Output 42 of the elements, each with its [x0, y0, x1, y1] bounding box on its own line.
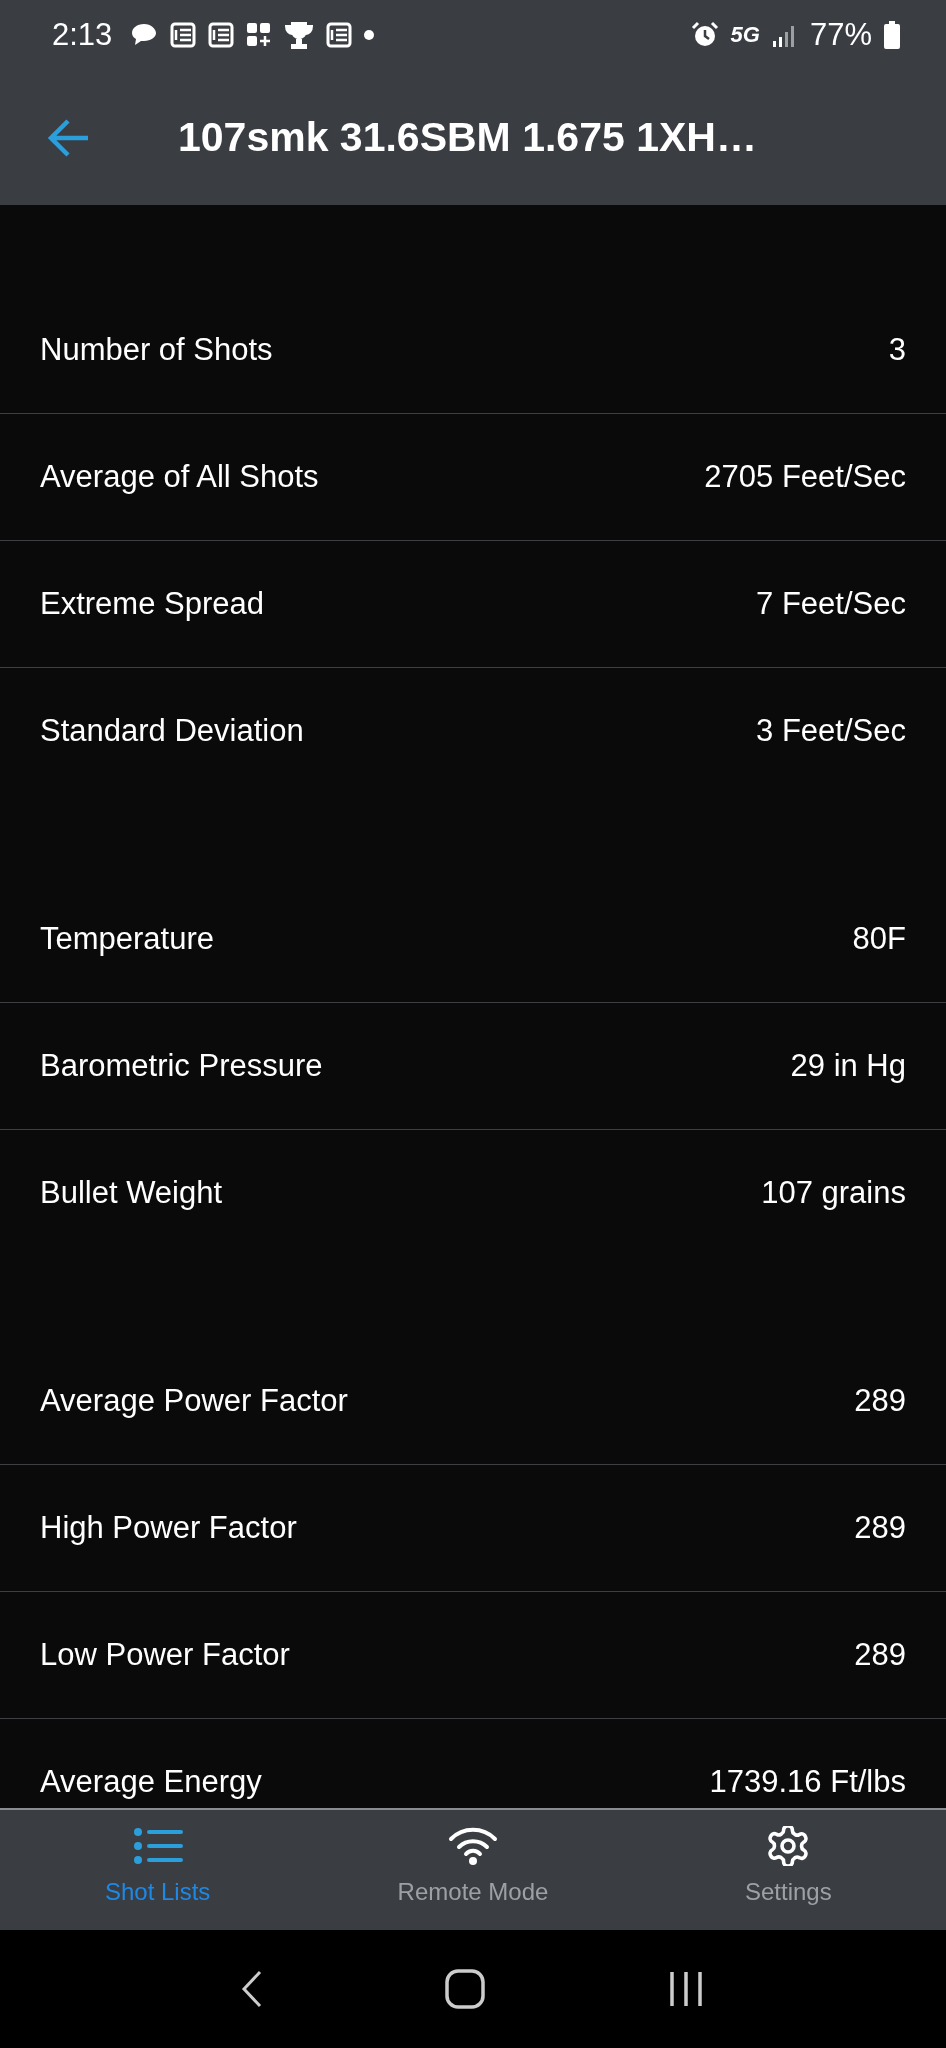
home-icon[interactable]	[445, 1969, 485, 2009]
trophy-icon	[284, 21, 315, 49]
stat-value: 289	[854, 1637, 906, 1673]
stat-label: Extreme Spread	[40, 586, 264, 622]
stat-label: Average Energy	[40, 1764, 262, 1800]
apps-icon	[246, 22, 273, 48]
stat-value: 1739.16 Ft/lbs	[709, 1764, 906, 1800]
stat-value: 3	[888, 332, 906, 368]
stat-label: Low Power Factor	[40, 1637, 290, 1673]
battery-icon	[884, 21, 900, 49]
stat-value: 7 Feet/Sec	[756, 586, 906, 622]
wifi-icon	[448, 1826, 498, 1866]
stat-label: Barometric Pressure	[40, 1048, 323, 1084]
alarm-icon	[690, 21, 719, 49]
status-time: 2:13	[52, 17, 113, 53]
page-title: 107smk 31.6SBM 1.675 1XH…	[178, 114, 757, 161]
dot-icon	[364, 30, 375, 40]
battery-percent: 77%	[809, 17, 872, 53]
stat-value: 3 Feet/Sec	[756, 713, 906, 749]
stat-value: 2705 Feet/Sec	[704, 459, 906, 495]
stat-label: Standard Deviation	[40, 713, 304, 749]
stat-label: Average of All Shots	[40, 459, 319, 495]
stat-value: 107 grains	[761, 1175, 906, 1211]
news-icon	[326, 22, 353, 48]
stat-value: 80F	[852, 921, 906, 957]
nav-tab[interactable]: Shot Lists	[0, 1810, 316, 1930]
stat-value: 289	[854, 1383, 906, 1419]
nav-tab[interactable]: Settings	[630, 1810, 946, 1930]
stat-value: 289	[854, 1510, 906, 1546]
nav-tab[interactable]: Remote Mode	[315, 1810, 631, 1930]
stat-value: 29 in Hg	[790, 1048, 906, 1084]
chat-bubble-icon	[130, 22, 159, 48]
news-icon	[208, 22, 235, 48]
stat-label: Temperature	[40, 921, 215, 957]
stat-label: Bullet Weight	[40, 1175, 223, 1211]
stat-label: Number of Shots	[40, 332, 273, 368]
stat-label: High Power Factor	[40, 1510, 297, 1546]
list-icon	[132, 1826, 183, 1866]
network-type: 5G	[730, 22, 760, 48]
settings-icon	[766, 1826, 811, 1866]
news-icon	[170, 22, 197, 48]
stat-label: Average Power Factor	[40, 1383, 348, 1419]
